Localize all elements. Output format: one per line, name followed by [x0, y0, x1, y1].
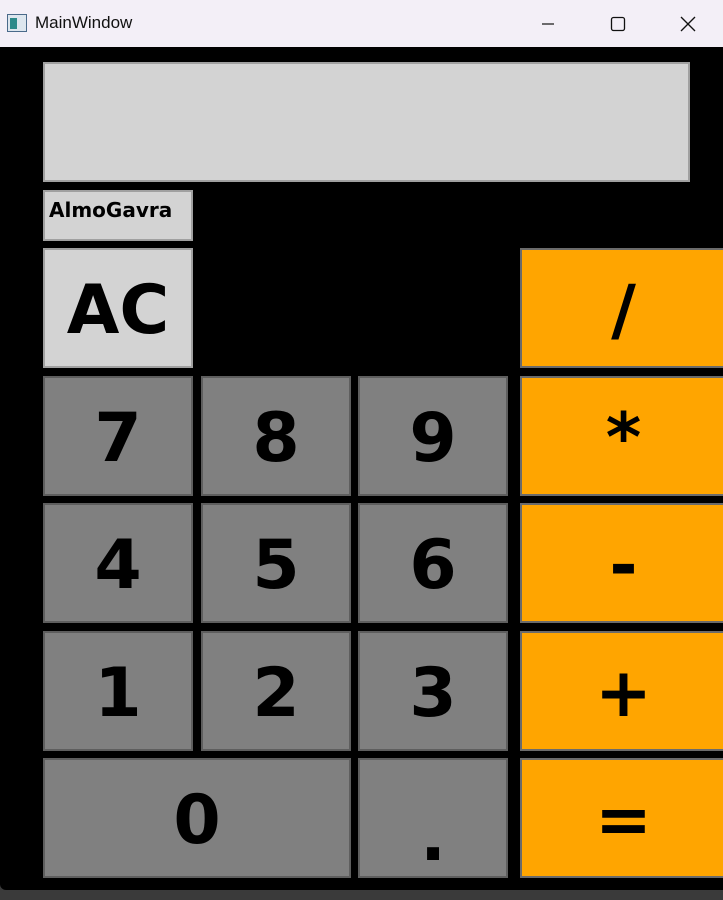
minimize-button[interactable] — [513, 0, 583, 47]
digit-0-label: 0 — [173, 781, 221, 860]
divide-button[interactable]: / — [520, 248, 723, 368]
maximize-button[interactable] — [583, 0, 653, 47]
app-icon — [7, 14, 27, 32]
decimal-point-label: . — [420, 798, 446, 877]
subtract-button-label: - — [609, 526, 638, 605]
multiply-button[interactable]: * — [520, 376, 723, 496]
digit-2-button[interactable]: 2 — [201, 631, 351, 751]
equals-button-label: = — [595, 781, 652, 860]
divide-button-label: / — [611, 271, 636, 350]
digit-1-button[interactable]: 1 — [43, 631, 193, 751]
digit-6-button[interactable]: 6 — [358, 503, 508, 623]
maximize-icon — [610, 16, 626, 31]
main-window: MainWindow AlmoGavra AC / 7 8 9 * 4 5 6 … — [0, 0, 723, 890]
digit-8-button[interactable]: 8 — [201, 376, 351, 496]
digit-4-button[interactable]: 4 — [43, 503, 193, 623]
close-button[interactable] — [653, 0, 723, 47]
equals-button[interactable]: = — [520, 758, 723, 878]
digit-3-label: 3 — [409, 654, 457, 733]
digit-5-label: 5 — [252, 526, 300, 605]
digit-5-button[interactable]: 5 — [201, 503, 351, 623]
digit-9-button[interactable]: 9 — [358, 376, 508, 496]
add-button-label: + — [595, 654, 652, 733]
digit-8-label: 8 — [252, 399, 300, 478]
digit-1-label: 1 — [94, 654, 142, 733]
digit-7-label: 7 — [94, 399, 142, 478]
digit-3-button[interactable]: 3 — [358, 631, 508, 751]
multiply-button-label: * — [605, 399, 642, 478]
digit-4-label: 4 — [94, 526, 142, 605]
digit-7-button[interactable]: 7 — [43, 376, 193, 496]
result-display — [43, 62, 690, 182]
title-bar[interactable]: MainWindow — [0, 0, 723, 47]
close-icon — [680, 16, 696, 31]
add-button[interactable]: + — [520, 631, 723, 751]
decimal-point-button[interactable]: . — [358, 758, 508, 878]
author-label: AlmoGavra — [43, 190, 193, 241]
digit-2-label: 2 — [252, 654, 300, 733]
subtract-button[interactable]: - — [520, 503, 723, 623]
digit-9-label: 9 — [409, 399, 457, 478]
digit-6-label: 6 — [409, 526, 457, 605]
clear-button[interactable]: AC — [43, 248, 193, 368]
window-title: MainWindow — [35, 13, 133, 32]
digit-0-button[interactable]: 0 — [43, 758, 351, 878]
minimize-icon — [542, 22, 554, 25]
clear-button-label: AC — [66, 271, 170, 350]
